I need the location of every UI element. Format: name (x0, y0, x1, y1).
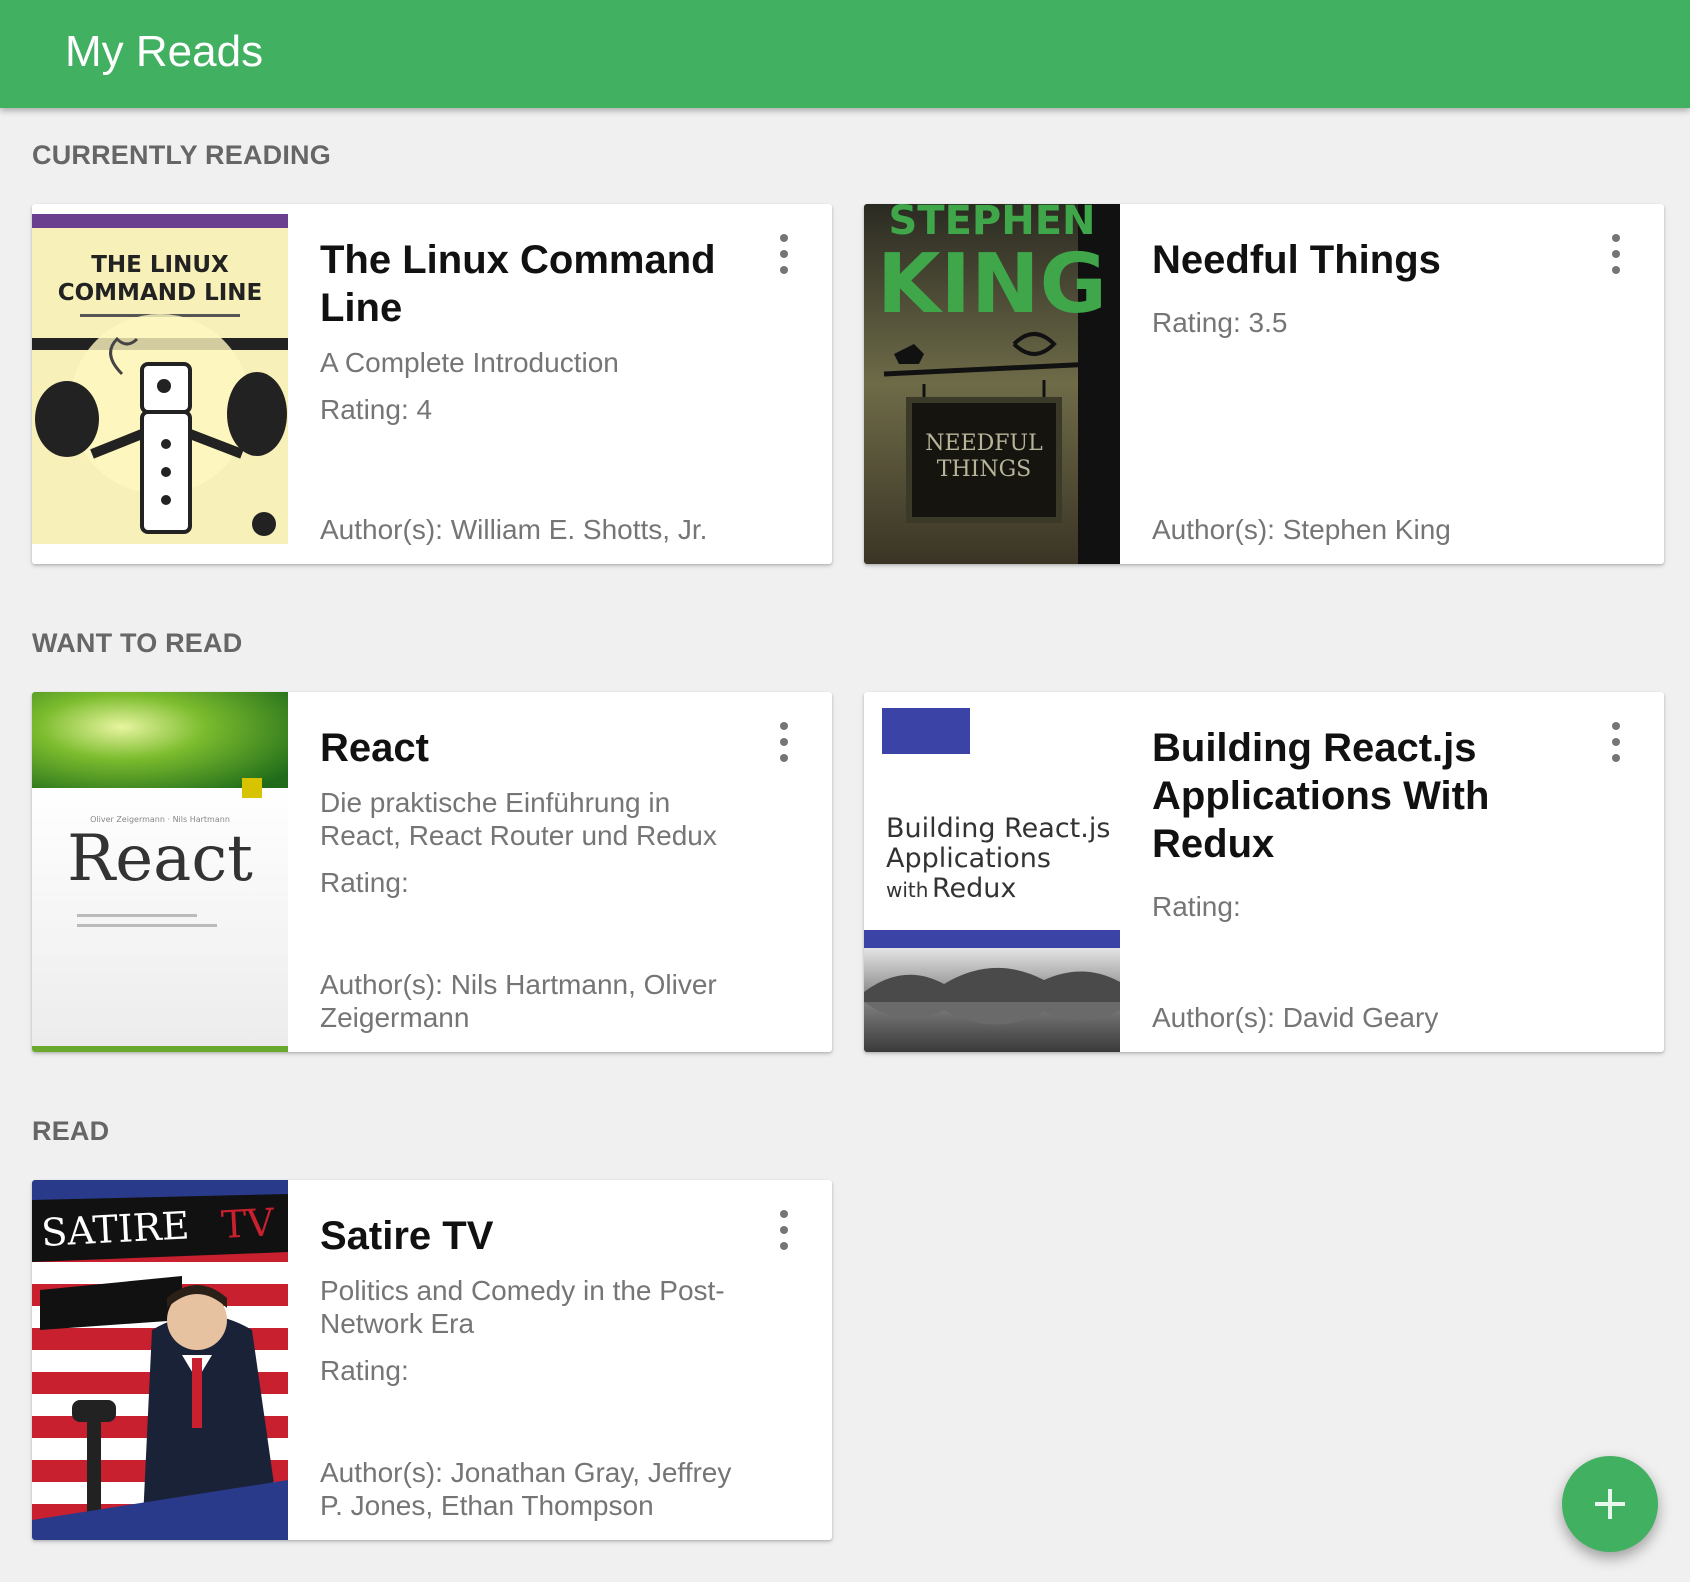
book-details: Needful Things Rating: 3.5 Author(s): St… (1152, 236, 1572, 546)
svg-text:KING: KING (877, 237, 1107, 332)
book-authors: Author(s): Jonathan Gray, Jeffrey P. Jon… (320, 1457, 732, 1521)
book-rating: Rating: (320, 1355, 409, 1386)
book-title: Building React.js Applications With Redu… (1152, 726, 1490, 866)
cover-linux-command-line[interactable]: THE LINUX COMMAND LINE (32, 204, 288, 564)
svg-text:THE LINUX: THE LINUX (91, 252, 229, 278)
app-bar: My Reads (0, 0, 1690, 108)
svg-text:TV: TV (220, 1200, 276, 1247)
book-subtitle: Die praktische Einführung in React, Reac… (320, 787, 717, 851)
more-vert-icon[interactable] (772, 722, 796, 762)
svg-text:React: React (67, 822, 253, 896)
svg-text:Applications: Applications (886, 843, 1051, 874)
book-authors: Author(s): Stephen King (1152, 514, 1451, 545)
book-card: SATIRE TV Satire TV Politics and Comedy … (32, 1180, 832, 1540)
book-details: Building React.js Applications With Redu… (1152, 724, 1572, 1034)
book-card: STEPHEN KING NEEDFUL THINGS Needful Thin… (864, 204, 1664, 564)
more-vert-icon[interactable] (772, 234, 796, 274)
shelf-title-want-to-read: WANT TO READ (32, 628, 243, 658)
book-details: Satire TV Politics and Comedy in the Pos… (320, 1212, 740, 1522)
svg-text:with: with (886, 878, 928, 902)
more-vert-icon[interactable] (1604, 722, 1628, 762)
more-vert-icon[interactable] (772, 1210, 796, 1250)
book-authors: Author(s): David Geary (1152, 1002, 1439, 1033)
shelf-title-read: READ (32, 1116, 110, 1146)
shelf-title-currently-reading: CURRENTLY READING (32, 140, 331, 170)
svg-text:COMMAND LINE: COMMAND LINE (58, 280, 263, 306)
book-subtitle: Politics and Comedy in the Post-Network … (320, 1275, 725, 1339)
svg-text:THINGS: THINGS (937, 457, 1031, 482)
book-card: THE LINUX COMMAND LINE The Linux Command… (32, 204, 832, 564)
book-rating: Rating: (320, 867, 409, 898)
book-title: Satire TV (320, 1214, 494, 1258)
cover-needful-things[interactable]: STEPHEN KING NEEDFUL THINGS (864, 204, 1120, 564)
svg-text:Redux: Redux (932, 873, 1016, 904)
book-details: React Die praktische Einführung in React… (320, 724, 740, 1034)
book-authors: Author(s): William E. Shotts, Jr. (320, 514, 708, 545)
book-rating: Rating: 4 (320, 394, 433, 425)
add-book-button[interactable] (1562, 1456, 1658, 1552)
svg-text:Building React.js: Building React.js (886, 813, 1110, 844)
book-rating: Rating: (1152, 891, 1241, 922)
book-authors: Author(s): Nils Hartmann, Oliver Zeigerm… (320, 969, 717, 1033)
cover-satire-tv[interactable]: SATIRE TV (32, 1180, 288, 1540)
book-title: React (320, 726, 429, 770)
book-rating: Rating: 3.5 (1152, 307, 1288, 338)
book-title: Needful Things (1152, 238, 1441, 282)
book-details: The Linux Command Line A Complete Introd… (320, 236, 740, 546)
app-title: My Reads (65, 27, 264, 76)
cover-react[interactable]: Oliver Zeigermann · Nils Hartmann React (32, 692, 288, 1052)
book-subtitle: A Complete Introduction (320, 347, 619, 378)
book-card: Building React.js Applications with Redu… (864, 692, 1664, 1052)
book-card: Oliver Zeigermann · Nils Hartmann React … (32, 692, 832, 1052)
book-title: The Linux Command Line (320, 238, 716, 330)
svg-text:SATIRE: SATIRE (40, 1203, 190, 1255)
more-vert-icon[interactable] (1604, 234, 1628, 274)
cover-building-react[interactable]: Building React.js Applications with Redu… (864, 692, 1120, 1052)
svg-text:NEEDFUL: NEEDFUL (925, 431, 1043, 456)
